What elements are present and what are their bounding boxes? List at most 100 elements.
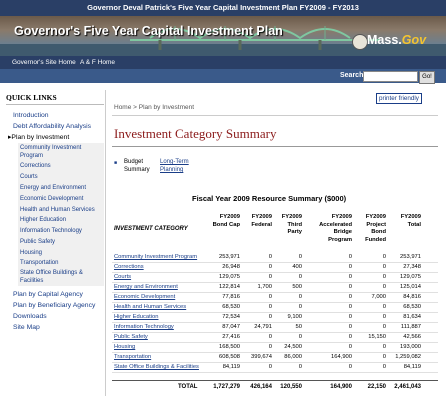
- total-label: TOTAL: [178, 384, 198, 390]
- sidebar-sub-public-safety[interactable]: Public Safety: [20, 239, 55, 245]
- header-line: FY2009: [219, 214, 240, 220]
- table-row-category[interactable]: Information Technology: [114, 324, 174, 330]
- divider: [112, 115, 438, 116]
- column-header-total: FY2009 Total: [393, 214, 421, 229]
- sidebar-sub-health[interactable]: Health and Human Services: [20, 207, 95, 213]
- table-row-category[interactable]: Energy and Environment: [114, 284, 178, 290]
- table-cell: 0: [298, 274, 302, 280]
- table-cell: 0: [298, 294, 302, 300]
- table-cell: 0: [382, 284, 386, 290]
- row-divider: [112, 322, 438, 323]
- table-row-category[interactable]: Health and Human Services: [114, 304, 186, 310]
- header-line: Program: [328, 236, 352, 243]
- table-row-category[interactable]: Housing: [114, 344, 135, 350]
- table-cell: 193,000: [400, 344, 421, 350]
- table-row-category[interactable]: Public Safety: [114, 334, 148, 340]
- table-cell: 0: [298, 334, 302, 340]
- column-header-category: INVESTMENT CATEGORY: [114, 226, 188, 232]
- table-cell: 0: [382, 314, 386, 320]
- mass-gov-logo[interactable]: Mass.Gov: [367, 33, 426, 47]
- tab-budget-summary[interactable]: Budget Summary: [124, 158, 152, 174]
- total-project-bond: 22,150: [367, 384, 386, 390]
- header-line: FY2009: [281, 214, 302, 220]
- logo-text: Mass.: [367, 33, 402, 47]
- nav-af-home[interactable]: A & F Home: [80, 56, 115, 69]
- sidebar-divider: [6, 104, 104, 105]
- table-title: Fiscal Year 2009 Resource Summary ($000): [192, 194, 347, 203]
- column-header-bond-cap: FY2009 Bond Cap: [198, 214, 240, 229]
- row-divider: [112, 272, 438, 273]
- column-header-accelerated-bridge: FY2009 Accelerated Bridge Program: [306, 214, 352, 244]
- total-total: 2,461,043: [394, 384, 421, 390]
- table-cell: 27,348: [403, 264, 421, 270]
- table-row-category[interactable]: State Office Buildings & Facilities: [114, 364, 209, 371]
- sidebar-item-downloads[interactable]: Downloads: [13, 313, 47, 320]
- table-cell: 0: [382, 324, 386, 330]
- row-divider: [112, 332, 438, 333]
- sidebar-item-debt-affordability[interactable]: Debt Affordability Analysis: [13, 123, 91, 130]
- row-divider: [112, 342, 438, 343]
- search-input[interactable]: [363, 71, 418, 82]
- header-line: FY2009: [331, 214, 352, 220]
- sidebar-sub-community[interactable]: Community Investment Program: [20, 145, 100, 160]
- table-cell: 24,500: [284, 344, 302, 350]
- table-cell: 129,075: [400, 274, 421, 280]
- top-title-bar: Governor Deval Patrick's Five Year Capit…: [0, 0, 446, 16]
- square-bullet-icon: ■: [114, 160, 118, 166]
- sidebar-sub-economic[interactable]: Economic Development: [20, 196, 83, 202]
- sidebar-border: [105, 90, 106, 396]
- breadcrumb[interactable]: Home > Plan by Investment: [114, 104, 194, 111]
- row-divider: [112, 292, 438, 293]
- row-divider: [112, 372, 438, 373]
- row-divider: [112, 352, 438, 353]
- sidebar-item-plan-by-investment[interactable]: ▸Plan by Investment: [8, 133, 69, 141]
- sidebar-sub-housing[interactable]: Housing: [20, 250, 42, 256]
- tab-long-term-planning[interactable]: Long-Term Planning: [160, 158, 196, 174]
- table-cell: 0: [382, 364, 386, 370]
- sidebar-sub-state-office[interactable]: State Office Buildings & Facilities: [20, 270, 100, 285]
- table-row-category[interactable]: Higher Education: [114, 314, 158, 320]
- header-line: FY2009: [400, 214, 421, 220]
- sidebar-item-capital-agency[interactable]: Plan by Capital Agency: [13, 291, 83, 298]
- state-seal-icon: [352, 34, 368, 50]
- header-banner: Governor's Five Year Capital Investment …: [0, 16, 446, 56]
- table-cell: 400: [292, 264, 302, 270]
- search-label: Search:: [340, 72, 366, 79]
- table-cell: 0: [298, 254, 302, 260]
- table-cell: 81,634: [403, 314, 421, 320]
- table-row-category[interactable]: Community Investment Program: [114, 254, 197, 260]
- sidebar-sub-transportation[interactable]: Transportation: [20, 260, 58, 266]
- header-line: Total: [407, 221, 421, 228]
- table-row-category[interactable]: Transportation: [114, 354, 151, 360]
- table-cell: 0: [382, 344, 386, 350]
- header-line: Bond: [371, 229, 386, 235]
- table-cell: 84,816: [403, 294, 421, 300]
- sidebar-sub-energy[interactable]: Energy and Environment: [20, 185, 86, 191]
- nav-governor-home[interactable]: Governor's Site Home: [12, 56, 76, 69]
- table-cell: 86,000: [284, 354, 302, 360]
- banner-title: Governor's Five Year Capital Investment …: [14, 24, 283, 38]
- table-cell: 125,014: [400, 284, 421, 290]
- search-bar: Search: Go!: [0, 69, 446, 84]
- header-line: Bond Cap: [212, 221, 240, 228]
- table-cell: 500: [292, 284, 302, 290]
- header-line: Funded: [365, 236, 386, 243]
- table-row-category[interactable]: Economic Development: [114, 294, 175, 300]
- sidebar-sub-corrections[interactable]: Corrections: [20, 163, 51, 169]
- search-go-button[interactable]: Go!: [419, 71, 435, 84]
- sidebar-sub-courts[interactable]: Courts: [20, 174, 38, 180]
- header-line: Third: [287, 221, 303, 228]
- printer-friendly-button[interactable]: printer friendly: [376, 93, 422, 104]
- column-header-project-bond: FY2009 Project Bond Funded: [350, 214, 386, 244]
- table-cell: 15,150: [368, 334, 386, 340]
- sidebar-sub-info-tech[interactable]: Information Technology: [20, 228, 82, 234]
- header-line: Bridge: [333, 229, 352, 235]
- sidebar-item-introduction[interactable]: Introduction: [13, 112, 49, 119]
- sidebar-item-beneficiary-agency[interactable]: Plan by Beneficiary Agency: [13, 302, 95, 309]
- sidebar-sub-higher-ed[interactable]: Higher Education: [20, 217, 66, 223]
- table-cell: 111,887: [400, 324, 421, 330]
- sidebar-item-site-map[interactable]: Site Map: [13, 324, 40, 331]
- table-row-category[interactable]: Corrections: [114, 264, 144, 270]
- row-divider: [112, 282, 438, 283]
- table-row-category[interactable]: Courts: [114, 274, 131, 280]
